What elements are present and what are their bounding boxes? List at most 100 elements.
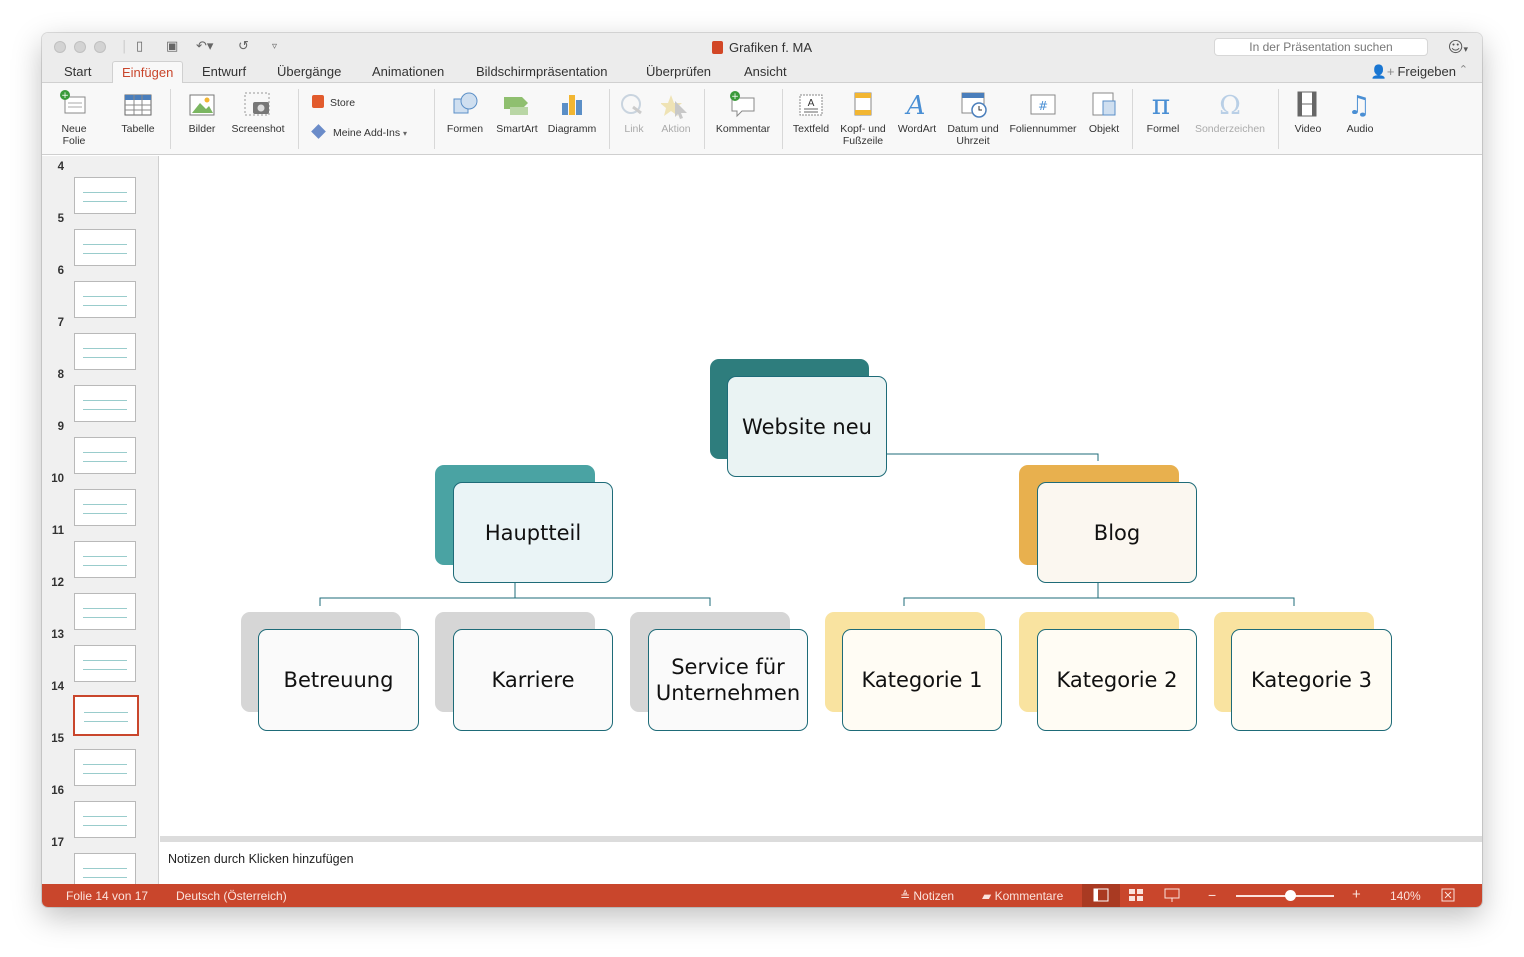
hauptteil-node[interactable]: Hauptteil <box>453 482 613 583</box>
tab-ansicht[interactable]: Ansicht <box>744 64 787 79</box>
textbox-icon: A <box>799 94 823 116</box>
kategorie1-node[interactable]: Kategorie 1 <box>842 629 1002 731</box>
connector-left-children <box>319 597 515 606</box>
connector-left-right-children <box>514 583 711 606</box>
kategorie2-node[interactable]: Kategorie 2 <box>1037 629 1197 731</box>
normal-view-button[interactable] <box>1082 884 1120 907</box>
slide-thumbnail[interactable] <box>74 385 136 422</box>
slide-thumbnail[interactable] <box>74 645 136 682</box>
svg-text:Ω: Ω <box>1219 91 1241 119</box>
zoom-out-button[interactable]: − <box>1208 887 1216 903</box>
hauptteil-node-label: Hauptteil <box>484 520 582 545</box>
window-title-text: Grafiken f. MA <box>728 40 813 55</box>
search-input[interactable]: In der Präsentation suchen <box>1214 38 1428 56</box>
presenter-view-icon[interactable] <box>1164 888 1180 902</box>
tab-start[interactable]: Start <box>64 64 91 79</box>
fit-to-window-icon[interactable] <box>1440 888 1456 902</box>
slide-thumbnail[interactable] <box>74 593 136 630</box>
karriere-node[interactable]: Karriere <box>453 629 613 731</box>
comment-label: Kommentar <box>715 123 771 135</box>
header-footer-button[interactable]: Kopf- und Fußzeile <box>836 89 890 147</box>
my-addins-button[interactable]: Meine Add-Ins ▾ <box>311 124 432 140</box>
chart-button[interactable]: Diagramm <box>545 89 599 135</box>
audio-button[interactable]: ♫ Audio <box>1340 89 1380 135</box>
zoom-in-button[interactable]: + <box>1352 886 1361 903</box>
slide-thumbnail[interactable] <box>74 801 136 838</box>
smartart-button[interactable]: SmartArt <box>492 89 542 135</box>
object-button[interactable]: Objekt <box>1082 89 1126 135</box>
slide-thumbnail-content <box>83 296 127 306</box>
tab-animationen[interactable]: Animationen <box>372 64 444 79</box>
slide-thumbnail[interactable] <box>74 489 136 526</box>
action-button[interactable]: Aktion <box>656 89 696 135</box>
slide-number: 14 <box>51 681 64 693</box>
slide-thumbnail-content <box>83 452 127 462</box>
tab-uebergaenge[interactable]: Übergänge <box>277 64 341 79</box>
pictures-label: Bilder <box>188 123 216 135</box>
slide-thumbnail-content <box>83 400 127 410</box>
comment-button[interactable]: + Kommentar <box>712 89 774 135</box>
pictures-icon <box>189 94 215 116</box>
link-button[interactable]: Link <box>618 89 650 135</box>
video-icon <box>1297 91 1317 117</box>
comments-toggle[interactable]: ▰ Kommentare <box>982 889 1063 903</box>
screenshot-button[interactable]: Screenshot <box>228 89 288 135</box>
object-label: Objekt <box>1088 123 1120 135</box>
powerpoint-window: | ▯ ▣ ↶▾ ↺ ▿ Grafiken f. MA In der Präse… <box>42 33 1482 907</box>
slide-number: 7 <box>57 317 64 329</box>
slide-thumbnail[interactable] <box>74 541 136 578</box>
svg-text:A: A <box>905 91 926 119</box>
zoom-slider-knob[interactable] <box>1284 890 1296 901</box>
symbol-button[interactable]: Ω Sonderzeichen <box>1190 89 1270 135</box>
tab-ueberpruefen[interactable]: Überprüfen <box>646 64 711 79</box>
tab-einfuegen[interactable]: Einfügen <box>112 61 184 84</box>
slide-thumbnail-content <box>83 192 127 202</box>
blog-node[interactable]: Blog <box>1037 482 1197 583</box>
slide-thumbnail[interactable] <box>74 333 136 370</box>
slide-thumbnail[interactable] <box>74 281 136 318</box>
tab-entwurf[interactable]: Entwurf <box>202 64 246 79</box>
slide-thumbnail[interactable] <box>74 177 136 214</box>
action-label: Aktion <box>661 123 691 135</box>
slide-canvas[interactable]: Website neu Hauptteil Blog Betreuung Kar… <box>160 156 1482 836</box>
feedback-smiley-icon[interactable]: ☺▾ <box>1448 38 1468 56</box>
shapes-button[interactable]: Formen <box>442 89 488 135</box>
slide-thumbnail[interactable] <box>73 695 139 736</box>
collapse-ribbon-icon[interactable]: ⌃ <box>1459 63 1468 76</box>
audio-label: Audio <box>1346 123 1374 135</box>
slide-thumbnail[interactable] <box>74 437 136 474</box>
new-slide-button[interactable]: +▾ NeueFolie <box>54 89 94 147</box>
notes-toggle[interactable]: ≜ Notizen <box>900 889 954 903</box>
zoom-percentage[interactable]: 140% <box>1390 889 1421 903</box>
kategorie3-node[interactable]: Kategorie 3 <box>1231 629 1392 731</box>
link-icon <box>621 94 642 115</box>
comments-icon: ▰ <box>982 889 995 903</box>
slide-thumbnail-content <box>83 868 127 878</box>
symbol-label: Sonderzeichen <box>1194 123 1266 135</box>
equation-button[interactable]: π Formel <box>1140 89 1186 135</box>
wordart-button[interactable]: A WordArt <box>894 89 940 135</box>
root-node[interactable]: Website neu <box>727 376 887 477</box>
language-indicator[interactable]: Deutsch (Österreich) <box>176 889 287 903</box>
betreuung-node[interactable]: Betreuung <box>258 629 419 731</box>
store-button[interactable]: Store <box>312 95 422 109</box>
notes-input[interactable]: Notizen durch Klicken hinzufügen <box>160 842 1482 884</box>
table-button[interactable]: Tabelle <box>118 89 158 135</box>
header-footer-icon <box>854 92 872 116</box>
textbox-button[interactable]: A Textfeld <box>788 89 834 135</box>
slide-thumbnail[interactable] <box>74 229 136 266</box>
slide-number: 9 <box>57 421 64 433</box>
pictures-button[interactable]: Bilder <box>182 89 222 135</box>
date-time-button[interactable]: Datum und Uhrzeit <box>942 89 1004 147</box>
omega-icon: Ω <box>1219 91 1241 119</box>
slide-thumbnail-content <box>83 660 127 670</box>
slide-sorter-icon[interactable] <box>1128 888 1144 902</box>
slide-thumbnail[interactable] <box>74 749 136 786</box>
slide-number-button[interactable]: # Foliennummer <box>1006 89 1080 135</box>
share-button[interactable]: 👤+ Freigeben <box>1371 64 1456 80</box>
service-node[interactable]: Service für Unternehmen <box>648 629 808 731</box>
slide-thumbnail-content <box>83 816 127 826</box>
tab-bildschirmpraesentation[interactable]: Bildschirmpräsentation <box>476 64 608 79</box>
video-button[interactable]: Video <box>1288 89 1328 135</box>
screenshot-icon <box>244 92 270 116</box>
